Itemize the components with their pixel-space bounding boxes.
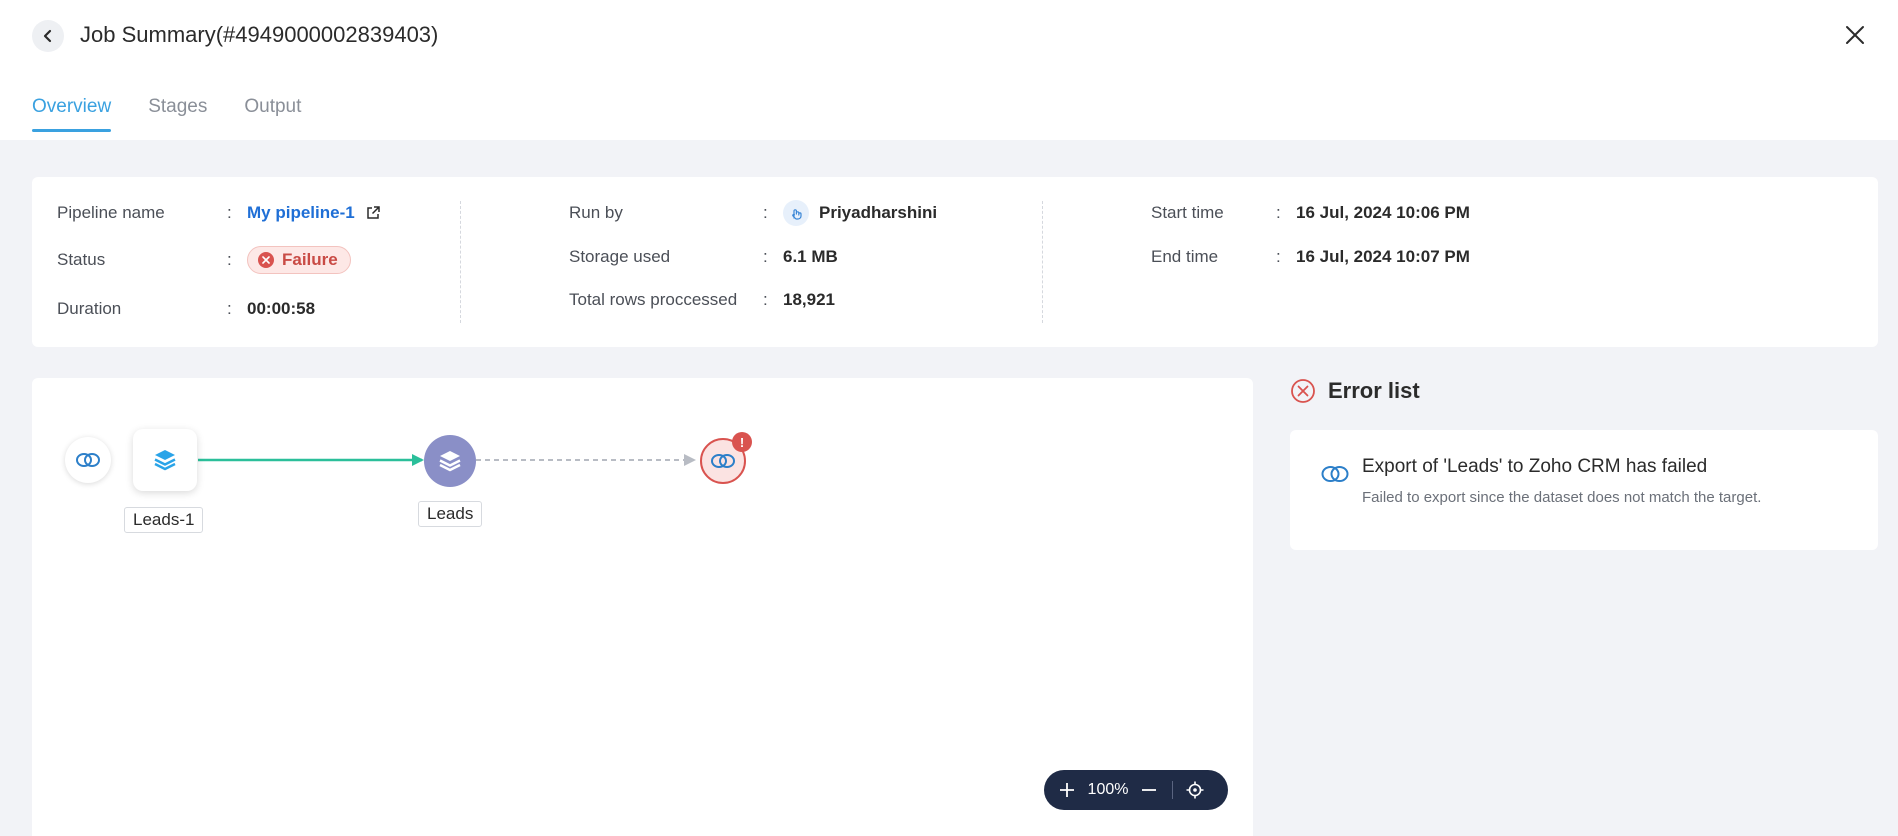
source-connector-node[interactable] (65, 437, 111, 483)
tab-output[interactable]: Output (244, 96, 301, 130)
pipeline-name-value: My pipeline-1 (247, 203, 381, 223)
colon: : (1276, 247, 1281, 266)
node-label-leads: Leads (418, 501, 483, 527)
end-time-label: End time (1151, 247, 1219, 266)
tab-bar: Overview Stages Output (32, 96, 301, 132)
zoho-crm-icon (76, 453, 100, 467)
storage-used-label: Storage used (569, 247, 671, 266)
status-row: Status : Failure (57, 246, 351, 274)
external-link-icon[interactable] (365, 205, 381, 221)
error-circle-icon (1291, 379, 1315, 403)
error-list-item[interactable]: Export of 'Leads' to Zoho CRM has failed… (1290, 430, 1878, 550)
status-text: Failure (282, 250, 338, 269)
error-item-title: Export of 'Leads' to Zoho CRM has failed (1362, 456, 1708, 477)
start-time-label: Start time (1151, 203, 1224, 222)
back-button[interactable] (32, 20, 64, 52)
node-label-leads-1: Leads-1 (124, 507, 204, 533)
run-by-name: Priyadharshini (819, 203, 938, 222)
colon: : (1276, 203, 1281, 222)
duration-value: 00:00:58 (247, 299, 316, 318)
dataset-node-leads[interactable] (424, 435, 476, 487)
zoom-controls: 100% (1044, 770, 1228, 810)
total-rows-row: Total rows proccessed : 18,921 (569, 286, 835, 314)
colon: : (763, 203, 768, 222)
colon: : (227, 203, 232, 222)
colon: : (763, 247, 768, 266)
pipeline-name-row: Pipeline name : My pipeline-1 (57, 199, 380, 227)
error-item-description: Failed to export since the dataset does … (1362, 489, 1762, 506)
run-by-label: Run by (569, 203, 623, 222)
start-time-value: 16 Jul, 2024 10:06 PM (1296, 203, 1470, 222)
minus-icon (1142, 789, 1156, 791)
recenter-button[interactable] (1173, 770, 1217, 810)
run-by-row: Run by : Priyadharshini (569, 199, 937, 227)
error-circle-icon (258, 252, 274, 268)
summary-column-3: Start time : 16 Jul, 2024 10:06 PM End t… (1043, 177, 1878, 347)
plus-icon (1060, 783, 1074, 797)
duration-row: Duration : 00:00:58 (57, 295, 315, 323)
crosshair-icon (1186, 781, 1204, 799)
run-by-value: Priyadharshini (783, 200, 937, 226)
start-time-row: Start time : 16 Jul, 2024 10:06 PM (1151, 199, 1470, 227)
error-list-title: Error list (1328, 378, 1420, 403)
duration-label: Duration (57, 299, 122, 318)
end-time-row: End time : 16 Jul, 2024 10:07 PM (1151, 243, 1470, 271)
close-icon (1846, 26, 1864, 44)
colon: : (227, 299, 232, 318)
total-rows-label: Total rows proccessed (569, 290, 738, 309)
tab-stages[interactable]: Stages (148, 96, 207, 130)
total-rows-value: 18,921 (783, 290, 835, 309)
pipeline-connectors (198, 454, 696, 466)
zoom-in-button[interactable] (1044, 770, 1090, 810)
error-badge: ! (732, 432, 752, 452)
status-label: Status (57, 250, 106, 269)
pipeline-canvas[interactable]: Leads-1 Leads ! (32, 378, 1253, 836)
chevron-left-icon (43, 29, 52, 43)
layers-icon (439, 451, 461, 472)
job-summary-card: Pipeline name : My pipeline-1 Status : F… (32, 177, 1878, 347)
summary-column-2: Run by : Priyadharshini Storage used : 6… (460, 177, 1043, 347)
status-value: Failure (247, 246, 351, 274)
zoom-level: 100% (1087, 781, 1129, 798)
top-bar: Job Summary(#4949000002839403) Overview … (0, 0, 1898, 140)
summary-column-1: Pipeline name : My pipeline-1 Status : F… (32, 177, 460, 347)
close-button[interactable] (1840, 20, 1870, 50)
error-list-header: Error list (1290, 378, 1420, 404)
zoho-crm-icon (711, 454, 735, 468)
colon: : (227, 250, 232, 269)
dataset-node-leads-1[interactable] (133, 429, 197, 491)
status-badge: Failure (247, 246, 351, 274)
colon: : (763, 290, 768, 309)
pipeline-name-link[interactable]: My pipeline-1 (247, 203, 355, 223)
page-title: Job Summary(#4949000002839403) (80, 22, 439, 47)
tab-overview[interactable]: Overview (32, 96, 112, 132)
storage-used-row: Storage used : 6.1 MB (569, 243, 838, 271)
manual-run-icon (783, 200, 809, 226)
layers-icon (154, 450, 176, 471)
pipeline-name-label: Pipeline name (57, 203, 165, 222)
zoom-out-button[interactable] (1126, 770, 1172, 810)
end-time-value: 16 Jul, 2024 10:07 PM (1296, 247, 1470, 266)
storage-used-value: 6.1 MB (783, 247, 838, 266)
zoho-crm-icon (1321, 466, 1349, 482)
